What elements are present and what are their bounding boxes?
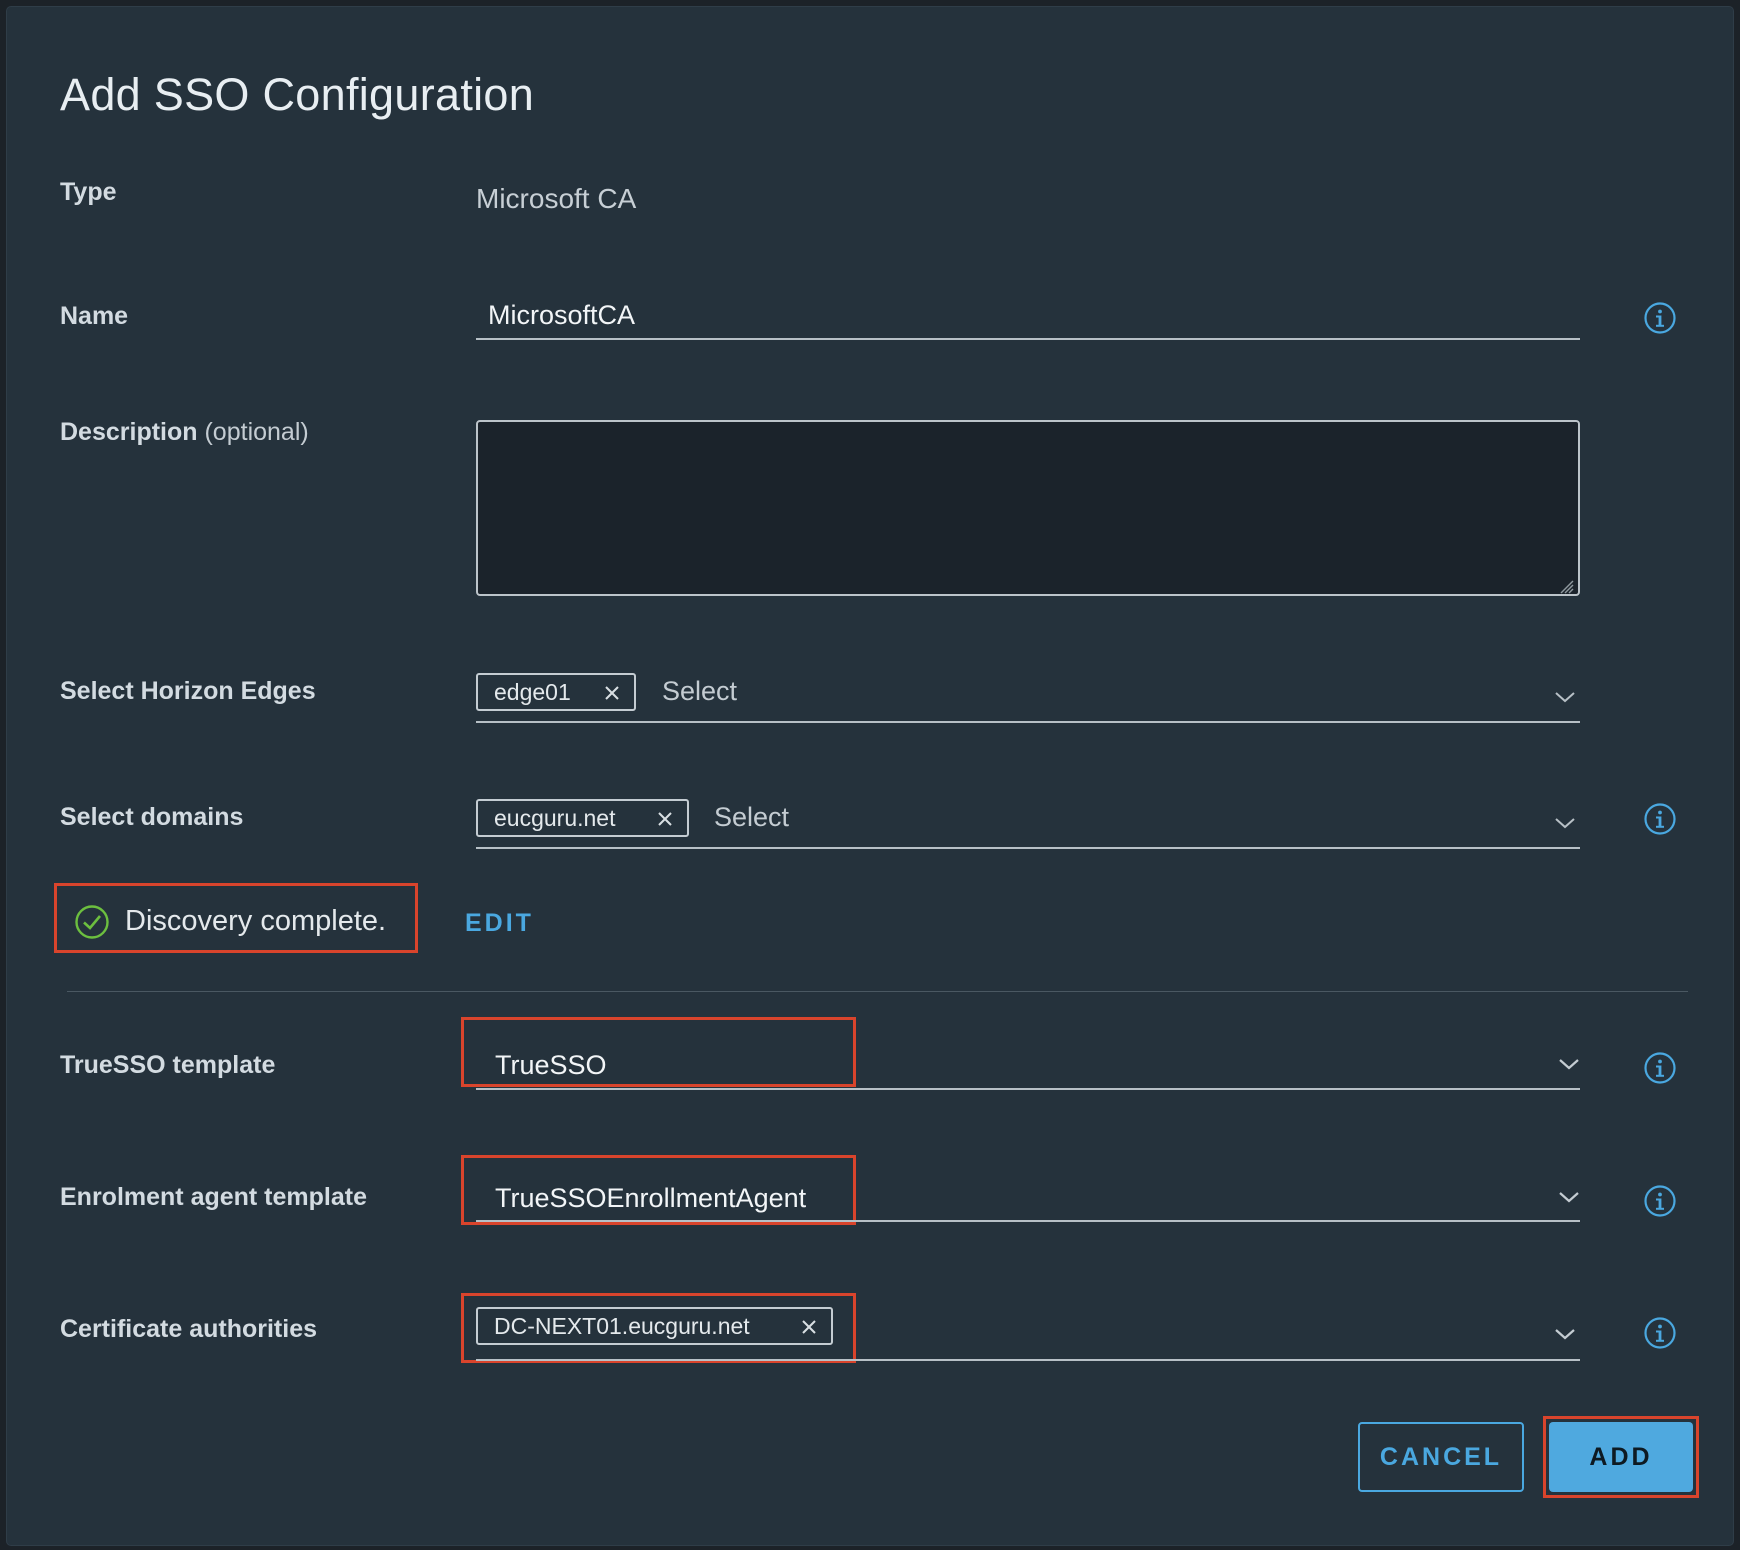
cert-authority-chip: DC-NEXT01.eucguru.net xyxy=(476,1307,833,1345)
chevron-down-icon[interactable] xyxy=(1554,1327,1576,1341)
optional-text: (optional) xyxy=(204,418,309,446)
info-icon[interactable] xyxy=(1643,301,1677,335)
domains-underline xyxy=(476,847,1580,849)
info-icon[interactable] xyxy=(1643,1051,1677,1085)
info-icon[interactable] xyxy=(1643,802,1677,836)
enrolment-template-underline xyxy=(476,1220,1580,1222)
edges-label: Select Horizon Edges xyxy=(60,677,316,705)
close-icon[interactable] xyxy=(657,811,673,827)
description-label-text: Description xyxy=(60,418,198,446)
cancel-button[interactable]: CANCEL xyxy=(1358,1422,1524,1492)
name-label: Name xyxy=(60,302,129,330)
domains-label: Select domains xyxy=(60,803,244,831)
name-input[interactable] xyxy=(488,300,1488,331)
truesso-template-label: TrueSSO template xyxy=(60,1051,276,1079)
description-textarea[interactable] xyxy=(476,420,1580,596)
enrolment-template-label: Enrolment agent template xyxy=(60,1183,367,1211)
add-button[interactable]: ADD xyxy=(1549,1422,1693,1492)
sso-dialog: Add SSO Configuration Type Microsoft CA … xyxy=(7,7,1733,1545)
truesso-template-value[interactable]: TrueSSO xyxy=(495,1050,607,1081)
info-icon[interactable] xyxy=(1643,1184,1677,1218)
chevron-down-icon[interactable] xyxy=(1554,816,1576,830)
domains-select-placeholder[interactable]: Select xyxy=(714,802,789,833)
name-underline xyxy=(476,338,1580,340)
domain-chip-label: eucguru.net xyxy=(494,804,616,831)
edge-chip: edge01 xyxy=(476,673,636,711)
type-value: Microsoft CA xyxy=(476,183,637,214)
close-icon[interactable] xyxy=(604,685,620,701)
close-icon[interactable] xyxy=(801,1319,817,1335)
edges-select-placeholder[interactable]: Select xyxy=(662,676,737,707)
info-icon[interactable] xyxy=(1643,1316,1677,1350)
chevron-down-icon[interactable] xyxy=(1554,690,1576,704)
section-divider xyxy=(67,991,1688,992)
cert-authorities-underline xyxy=(476,1359,1580,1361)
edges-underline xyxy=(476,721,1580,723)
type-label: Type xyxy=(60,178,117,206)
truesso-template-underline xyxy=(476,1088,1580,1090)
description-label: Description (optional) xyxy=(60,418,309,447)
chevron-down-icon[interactable] xyxy=(1558,1057,1580,1071)
edit-link[interactable]: EDIT xyxy=(465,909,534,938)
resize-grip-icon[interactable] xyxy=(1560,580,1574,594)
chevron-down-icon[interactable] xyxy=(1558,1190,1580,1204)
cert-authorities-label: Certificate authorities xyxy=(60,1315,318,1343)
edge-chip-label: edge01 xyxy=(494,678,571,705)
domain-chip: eucguru.net xyxy=(476,799,689,837)
cert-authority-chip-label: DC-NEXT01.eucguru.net xyxy=(494,1312,750,1339)
check-circle-icon xyxy=(75,905,109,939)
enrolment-template-value[interactable]: TrueSSOEnrollmentAgent xyxy=(495,1183,806,1214)
discovery-status: Discovery complete. xyxy=(125,905,387,937)
dialog-title: Add SSO Configuration xyxy=(60,69,535,120)
